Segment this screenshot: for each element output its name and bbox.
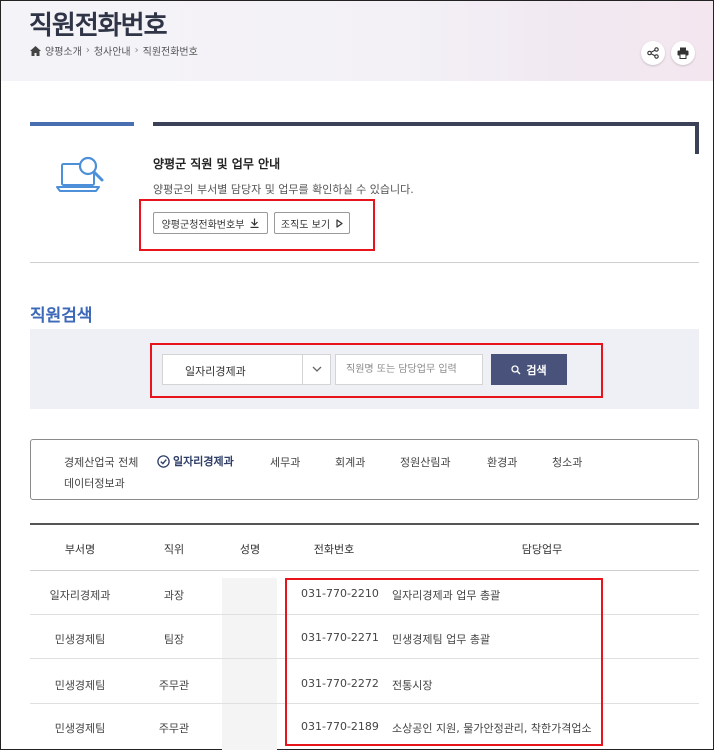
highlight-box <box>285 578 603 746</box>
tab-all[interactable]: 경제산업국 전체 <box>64 454 138 470</box>
check-circle-icon <box>157 454 170 468</box>
info-title: 양평군 직원 및 업무 안내 <box>153 157 281 171</box>
info-border-corner <box>695 122 699 154</box>
cell-position: 팀장 <box>163 633 185 646</box>
tab-tax[interactable]: 세무과 <box>270 454 300 470</box>
tab-data-info[interactable]: 데이터정보과 <box>64 475 125 491</box>
table-header-line <box>30 570 699 571</box>
breadcrumb-item[interactable]: 청사안내 <box>94 43 131 58</box>
info-description: 양평군의 부서별 담당자 및 업무를 확인하실 수 있습니다. <box>153 183 414 196</box>
print-button[interactable] <box>671 41 695 65</box>
chevron-right-icon: › <box>134 45 139 56</box>
cell-position: 주무관 <box>158 722 190 735</box>
column-header-phone: 전화번호 <box>313 543 355 556</box>
tab-cleaning[interactable]: 청소과 <box>552 454 582 470</box>
share-icon <box>647 47 659 59</box>
column-header-dept: 부서명 <box>64 543 96 556</box>
breadcrumb-item[interactable]: 직원전화번호 <box>143 43 198 58</box>
cell-position: 주무관 <box>158 679 190 692</box>
column-header-position: 직위 <box>163 543 185 556</box>
name-column-redacted <box>222 578 277 750</box>
tab-jobs-economy[interactable]: 일자리경제과 <box>157 453 234 469</box>
breadcrumb: 양평소개 › 청사안내 › 직원전화번호 <box>30 43 198 58</box>
cell-dept: 민생경제팀 <box>54 633 106 646</box>
highlight-box <box>150 343 603 398</box>
tab-label: 일자리경제과 <box>173 455 234 468</box>
home-icon[interactable] <box>30 45 41 56</box>
highlight-box <box>139 199 375 251</box>
breadcrumb-item[interactable]: 양평소개 <box>45 43 82 58</box>
cell-dept: 민생경제팀 <box>54 722 106 735</box>
tab-garden-forest[interactable]: 정원산림과 <box>400 454 451 470</box>
tab-accounting[interactable]: 회계과 <box>335 454 365 470</box>
section-title: 직원검색 <box>30 306 93 326</box>
column-header-duty: 담당업무 <box>521 543 563 556</box>
column-header-name: 성명 <box>239 543 261 556</box>
cell-position: 과장 <box>163 589 185 602</box>
page-title: 직원전화번호 <box>29 11 168 41</box>
printer-icon <box>677 47 689 59</box>
info-top-border <box>153 122 699 126</box>
chevron-right-icon: › <box>85 45 90 56</box>
share-button[interactable] <box>641 41 665 65</box>
laptop-search-icon <box>56 156 104 192</box>
tab-environment[interactable]: 환경과 <box>487 454 517 470</box>
info-accent-bar <box>30 122 134 126</box>
table-top-border <box>30 523 699 525</box>
section-divider <box>30 262 699 263</box>
cell-dept: 일자리경제과 <box>49 589 111 602</box>
cell-dept: 민생경제팀 <box>54 679 106 692</box>
